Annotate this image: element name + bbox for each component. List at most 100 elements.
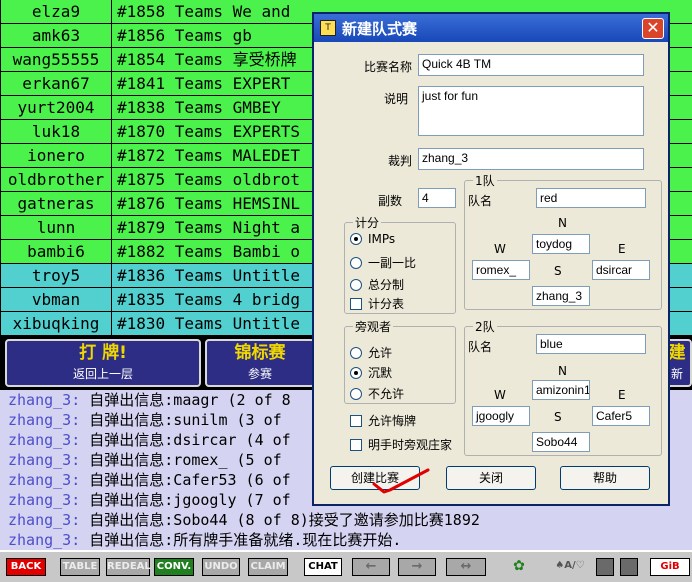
chat-message: 自弹出信息:Cafer53 (6 of — [80, 471, 291, 489]
host-name: yurt2004 — [0, 96, 112, 120]
team2-west-input[interactable]: jgoogly — [472, 406, 530, 426]
gear-icon[interactable]: ✿ — [506, 558, 532, 576]
option-label: 沉默 — [368, 366, 393, 380]
tournament-title: 锦标赛 — [234, 343, 286, 363]
scoring-matchpoints-option[interactable]: 一副一比 — [350, 254, 416, 271]
team1-name-label: 队名 — [468, 194, 493, 208]
square-icon[interactable] — [620, 558, 638, 576]
match-name-input[interactable]: Quick 4B TM — [418, 54, 644, 76]
host-name: luk18 — [0, 120, 112, 144]
south-label: S — [554, 264, 562, 278]
team1-west-input[interactable]: romex_ — [472, 260, 530, 280]
team2-name-input[interactable]: blue — [536, 334, 646, 354]
checkbox[interactable] — [350, 414, 362, 427]
boards-input[interactable]: 4 — [418, 188, 456, 208]
director-input[interactable]: zhang_3 — [418, 148, 644, 170]
radio-button[interactable] — [350, 346, 362, 359]
chat-message: 自弹出信息:dsircar (4 of — [80, 431, 291, 449]
east-label: E — [618, 388, 626, 402]
option-label: IMPs — [368, 232, 396, 246]
chat-user: zhang_3: — [8, 411, 81, 429]
host-name: wang55555 — [0, 48, 112, 72]
host-name: elza9 — [0, 0, 112, 24]
conventions-button[interactable]: CONV. — [154, 558, 194, 576]
option-label: 不允许 — [368, 387, 405, 401]
app-icon: T — [320, 20, 336, 36]
chat-user: zhang_3: — [8, 391, 81, 409]
spectators-deny-option[interactable]: 不允许 — [350, 385, 404, 402]
option-label: 总分制 — [368, 278, 405, 292]
table-button[interactable]: TABLE — [60, 558, 100, 576]
host-name: amk63 — [0, 24, 112, 48]
spectators-silent-option[interactable]: 沉默 — [350, 364, 392, 381]
north-label: N — [558, 216, 567, 230]
team2-east-input[interactable]: Cafer5 — [592, 406, 650, 426]
team2-name-label: 队名 — [468, 340, 493, 354]
chat-user: zhang_3: — [8, 531, 81, 549]
radio-button[interactable] — [350, 278, 362, 291]
team1-east-input[interactable]: dsircar — [592, 260, 650, 280]
tournament-subtitle: 参赛 — [247, 367, 272, 381]
arrow-left-icon[interactable]: ← — [352, 558, 390, 576]
chat-user: zhang_3: — [8, 471, 81, 489]
arrow-left-right-icon[interactable]: ↔ — [446, 558, 486, 576]
option-label: 一副一比 — [368, 256, 417, 270]
scoring-imps-option[interactable]: IMPs — [350, 232, 395, 246]
close-button[interactable]: 关闭 — [446, 466, 536, 490]
chat-user: zhang_3: — [8, 491, 81, 509]
chat-line: zhang_3: 自弹出信息:Sobo44 (8 of 8)接受了邀请参加比赛1… — [0, 510, 692, 530]
bid-box-label[interactable]: ♠A/♡ — [550, 558, 590, 576]
chat-message: 自弹出信息:maagr (2 of 8 — [80, 391, 291, 409]
play-subtitle: 返回上一层 — [72, 367, 133, 381]
chat-message: 自弹出信息:romex_ (5 of — [80, 451, 282, 469]
play-button[interactable]: 打 牌! 返回上一层 — [5, 339, 201, 387]
team2-group-title: 2队 — [473, 318, 497, 335]
description-label: 说明 — [384, 92, 409, 106]
scoresheet-option[interactable]: 计分表 — [350, 295, 404, 312]
checkbox[interactable] — [350, 297, 362, 310]
radio-button[interactable] — [350, 233, 362, 245]
scoring-group-title: 计分 — [353, 214, 382, 231]
radio-button[interactable] — [350, 387, 362, 400]
radio-button[interactable] — [350, 256, 362, 269]
host-name: oldbrother — [0, 168, 112, 192]
host-name: troy5 — [0, 264, 112, 288]
dialog-titlebar[interactable]: T 新建队式赛 — [314, 14, 668, 42]
claim-button[interactable]: CLAIM — [248, 558, 288, 576]
checkbox[interactable] — [350, 438, 362, 451]
chat-button[interactable]: CHAT — [304, 558, 342, 576]
spectate-declarer-option[interactable]: 明手时旁观庄家 — [350, 436, 452, 453]
close-icon[interactable]: ✕ — [642, 18, 664, 39]
back-button[interactable]: BACK — [6, 558, 46, 576]
undo-button[interactable]: UNDO — [202, 558, 240, 576]
chat-line: zhang_3: 自弹出信息:所有牌手准备就绪.现在比赛开始. — [0, 530, 692, 550]
description-input[interactable]: just for fun — [418, 86, 644, 136]
team1-name-input[interactable]: red — [536, 188, 646, 208]
host-name: gatneras — [0, 192, 112, 216]
tournament-button[interactable]: 锦标赛 参赛 — [205, 339, 315, 387]
help-button[interactable]: 帮助 — [560, 466, 650, 490]
spectators-group-title: 旁观者 — [353, 318, 394, 335]
chat-user: zhang_3: — [8, 511, 81, 529]
gib-button[interactable]: GiB — [650, 558, 690, 576]
radio-button[interactable] — [350, 366, 362, 379]
host-name: bambi6 — [0, 240, 112, 264]
redeal-button[interactable]: REDEAL — [106, 558, 151, 576]
team2-south-input[interactable]: Sobo44 — [532, 432, 590, 452]
host-name: xibuqking — [0, 312, 112, 336]
dialog-title: 新建队式赛 — [342, 19, 418, 38]
red-checkmark-icon — [372, 468, 430, 494]
host-name: erkan67 — [0, 72, 112, 96]
arrow-right-icon[interactable]: → — [398, 558, 436, 576]
west-label: W — [494, 242, 506, 256]
south-label: S — [554, 410, 562, 424]
team1-south-input[interactable]: zhang_3 — [532, 286, 590, 306]
team2-north-input[interactable]: amizonin1 — [532, 380, 590, 400]
scoring-total-points-option[interactable]: 总分制 — [350, 276, 404, 293]
option-label: 允许悔牌 — [368, 414, 417, 428]
allow-undo-option[interactable]: 允许悔牌 — [350, 412, 416, 429]
spectators-allow-option[interactable]: 允许 — [350, 344, 392, 361]
chat-user: zhang_3: — [8, 431, 81, 449]
team1-north-input[interactable]: toydog — [532, 234, 590, 254]
square-icon[interactable] — [596, 558, 614, 576]
